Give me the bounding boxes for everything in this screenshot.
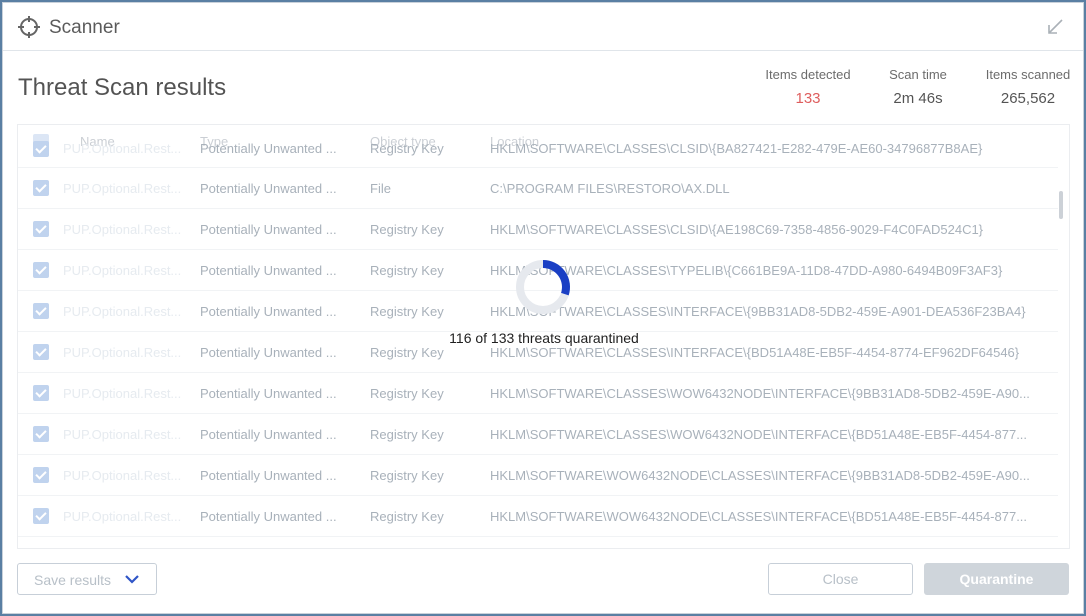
quarantine-button[interactable]: Quarantine xyxy=(924,563,1069,595)
chevron-down-icon xyxy=(125,575,139,584)
close-button[interactable]: Close xyxy=(768,563,913,595)
scanner-window: Scanner Threat Scan results Items detect… xyxy=(2,2,1084,614)
spinner-progress-arc xyxy=(542,260,570,296)
save-results-button[interactable]: Save results xyxy=(17,563,157,595)
spinner-icon xyxy=(516,260,570,314)
save-results-label: Save results xyxy=(34,572,112,588)
progress-status: 116 of 133 threats quarantined xyxy=(449,330,639,346)
